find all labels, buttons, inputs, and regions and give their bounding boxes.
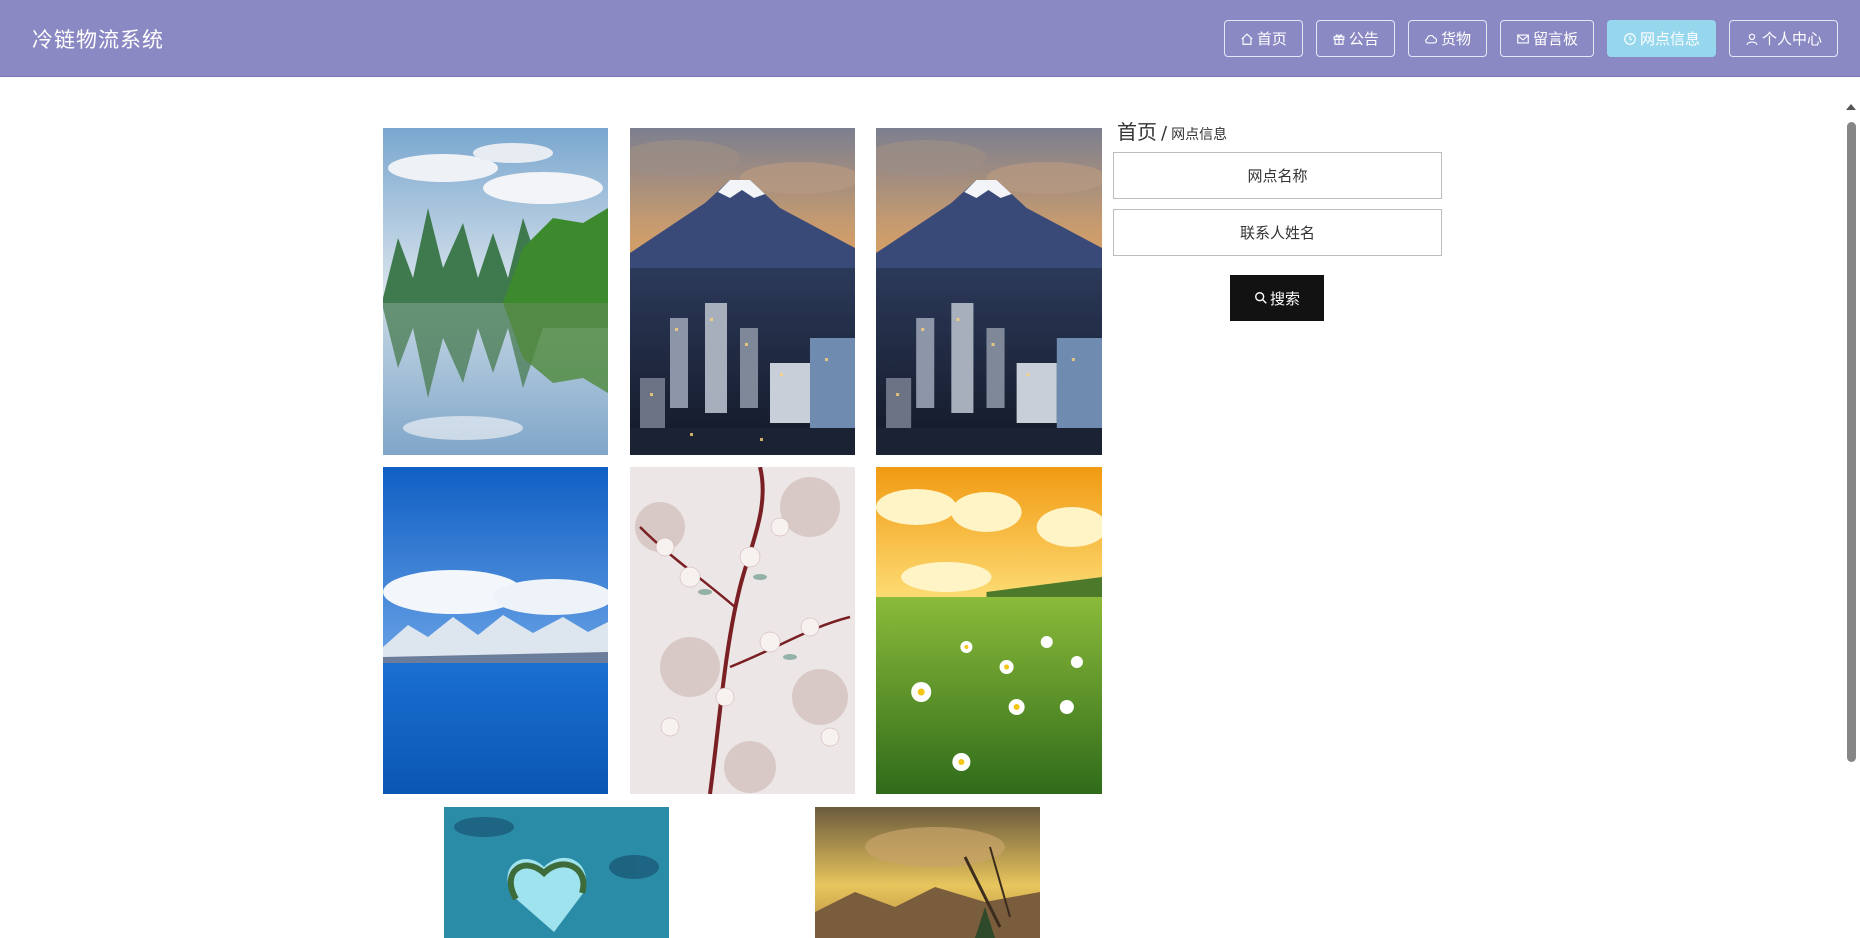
app-title: 冷链物流系统 (32, 28, 164, 52)
mail-icon (1517, 33, 1529, 44)
gallery-image-fuji-city-2[interactable] (876, 128, 1102, 455)
search-button-label: 搜索 (1269, 289, 1300, 308)
contact-name-input[interactable] (1113, 209, 1442, 256)
outlet-name-input[interactable] (1113, 152, 1442, 199)
search-icon (1255, 292, 1267, 304)
gallery-image-cherry-blossom[interactable] (630, 467, 855, 794)
gallery-image-fuji-city-1[interactable] (630, 128, 855, 455)
nav-outlets-button[interactable]: 网点信息 (1606, 20, 1716, 57)
gallery-image-snow-lake[interactable] (383, 467, 608, 794)
scroll-up-arrow-icon[interactable] (1846, 104, 1856, 110)
gallery-image-daisy-meadow[interactable] (876, 467, 1102, 794)
nav-home-button[interactable]: 首页 (1223, 20, 1303, 57)
main-nav: 首页 公告 货物 留言板 网点信息 个人中心 (1223, 20, 1838, 57)
nav-home-label: 首页 (1256, 30, 1287, 48)
nav-goods-label: 货物 (1440, 30, 1471, 48)
cloud-icon (1425, 34, 1437, 44)
nav-profile-button[interactable]: 个人中心 (1728, 20, 1838, 57)
breadcrumb-home-link[interactable]: 首页 (1117, 120, 1157, 144)
breadcrumb-current: 网点信息 (1171, 127, 1228, 143)
breadcrumb: 首页 / 网点信息 (1117, 116, 1227, 145)
nav-outlets-label: 网点信息 (1639, 30, 1700, 48)
nav-profile-label: 个人中心 (1761, 30, 1822, 48)
nav-notice-button[interactable]: 公告 (1315, 20, 1395, 57)
nav-messageboard-button[interactable]: 留言板 (1499, 20, 1594, 57)
nav-notice-label: 公告 (1348, 30, 1379, 48)
top-navbar: 冷链物流系统 首页 公告 货物 留言板 网点信息 个人中心 (0, 0, 1860, 77)
user-icon (1746, 33, 1758, 45)
gallery-image-heart-island[interactable] (444, 807, 669, 938)
search-button[interactable]: 搜索 (1230, 275, 1324, 321)
scrollbar-thumb[interactable] (1847, 122, 1856, 762)
clock-icon (1624, 32, 1636, 45)
gift-icon (1333, 33, 1345, 45)
breadcrumb-separator: / (1161, 123, 1168, 144)
gallery-image-mountain-lake[interactable] (383, 128, 608, 455)
home-icon (1241, 32, 1253, 45)
nav-messageboard-label: 留言板 (1532, 30, 1578, 48)
nav-goods-button[interactable]: 货物 (1407, 20, 1487, 57)
gallery-image-golden-valley[interactable] (815, 807, 1040, 938)
